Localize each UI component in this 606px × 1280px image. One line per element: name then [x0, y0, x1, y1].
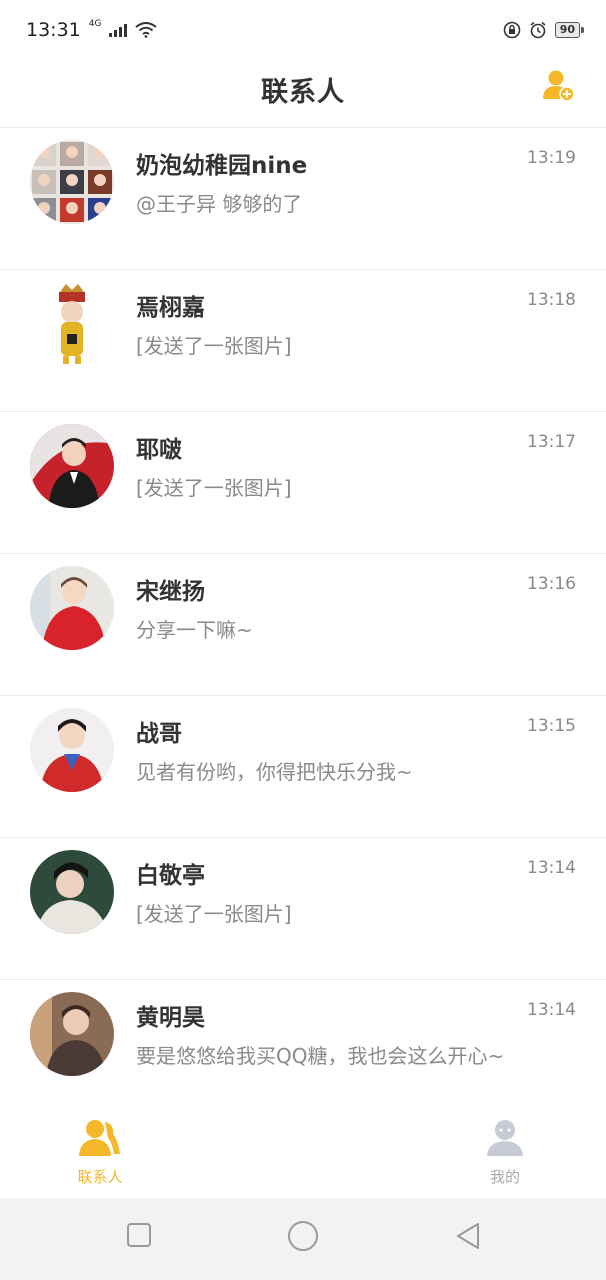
chat-name: 黄明昊: [136, 1005, 205, 1031]
chat-name: 奶泡幼稚园nine: [136, 153, 308, 179]
chat-preview: [发送了一张图片]: [136, 902, 292, 926]
bottom-tab-bar: 联系人 我的: [0, 1100, 606, 1198]
chat-name: 耶啵: [136, 437, 182, 463]
alarm-icon: [530, 21, 546, 39]
add-contact-icon[interactable]: [542, 68, 576, 102]
top-app-bar: 联系人: [0, 60, 606, 128]
chat-preview: 要是悠悠给我买QQ糖，我也会这么开心~: [136, 1044, 505, 1068]
tab-contacts[interactable]: 联系人: [60, 1118, 140, 1187]
battery-icon: 90: [554, 22, 585, 38]
avatar: [30, 424, 114, 508]
avatar: [30, 708, 114, 792]
chat-preview: [发送了一张图片]: [136, 334, 292, 358]
profile-icon: [487, 1120, 523, 1156]
avatar: [30, 992, 114, 1076]
chat-time: 13:14: [527, 858, 576, 878]
chat-time: 13:17: [527, 432, 576, 452]
wifi-icon: [135, 22, 158, 38]
page-title: 联系人: [261, 77, 345, 108]
avatar: [30, 282, 114, 366]
chat-preview: 见者有份哟，你得把快乐分我~: [136, 760, 413, 784]
chat-preview: [发送了一张图片]: [136, 476, 292, 500]
lock-rotation-icon: [503, 21, 520, 39]
chat-list: 奶泡幼稚园nine 13:19 @王子异 够够的了 焉栩嘉 13:18 [发送了…: [0, 128, 606, 1122]
chat-item[interactable]: 白敬亭 13:14 [发送了一张图片]: [0, 838, 606, 980]
status-bar: 13:31 4G 90: [0, 0, 606, 60]
chat-time: 13:19: [527, 148, 576, 168]
chat-time: 13:15: [527, 716, 576, 736]
contacts-icon: [79, 1120, 120, 1156]
chat-item[interactable]: 战哥 13:15 见者有份哟，你得把快乐分我~: [0, 696, 606, 838]
home-icon[interactable]: [287, 1220, 319, 1252]
chat-name: 白敬亭: [136, 863, 205, 889]
chat-item[interactable]: 宋继扬 13:16 分享一下嘛~: [0, 554, 606, 696]
tab-contacts-label: 联系人: [77, 1168, 123, 1186]
chat-time: 13:18: [527, 290, 576, 310]
chat-preview: 分享一下嘛~: [136, 618, 253, 642]
clock: 13:31: [26, 19, 81, 41]
chat-name: 战哥: [136, 721, 182, 747]
chat-preview: @王子异 够够的了: [136, 192, 303, 216]
group-avatar: [30, 140, 114, 224]
chat-item[interactable]: 焉栩嘉 13:18 [发送了一张图片]: [0, 270, 606, 412]
avatar: [30, 566, 114, 650]
chat-time: 13:14: [527, 1000, 576, 1020]
chat-item[interactable]: 奶泡幼稚园nine 13:19 @王子异 够够的了: [0, 128, 606, 270]
tab-me-label: 我的: [489, 1168, 520, 1186]
status-right: 90: [503, 21, 585, 39]
back-icon[interactable]: [454, 1222, 482, 1250]
system-navigation-bar: [0, 1198, 606, 1280]
signal-icon: [109, 23, 128, 37]
chat-name: 宋继扬: [136, 579, 205, 605]
status-left: 13:31 4G: [26, 19, 158, 41]
network-type: 4G: [88, 19, 102, 29]
tab-me[interactable]: 我的: [465, 1118, 545, 1187]
chat-item[interactable]: 耶啵 13:17 [发送了一张图片]: [0, 412, 606, 554]
chat-time: 13:16: [527, 574, 576, 594]
recent-apps-icon[interactable]: [126, 1222, 152, 1248]
avatar: [30, 850, 114, 934]
chat-name: 焉栩嘉: [136, 295, 205, 321]
